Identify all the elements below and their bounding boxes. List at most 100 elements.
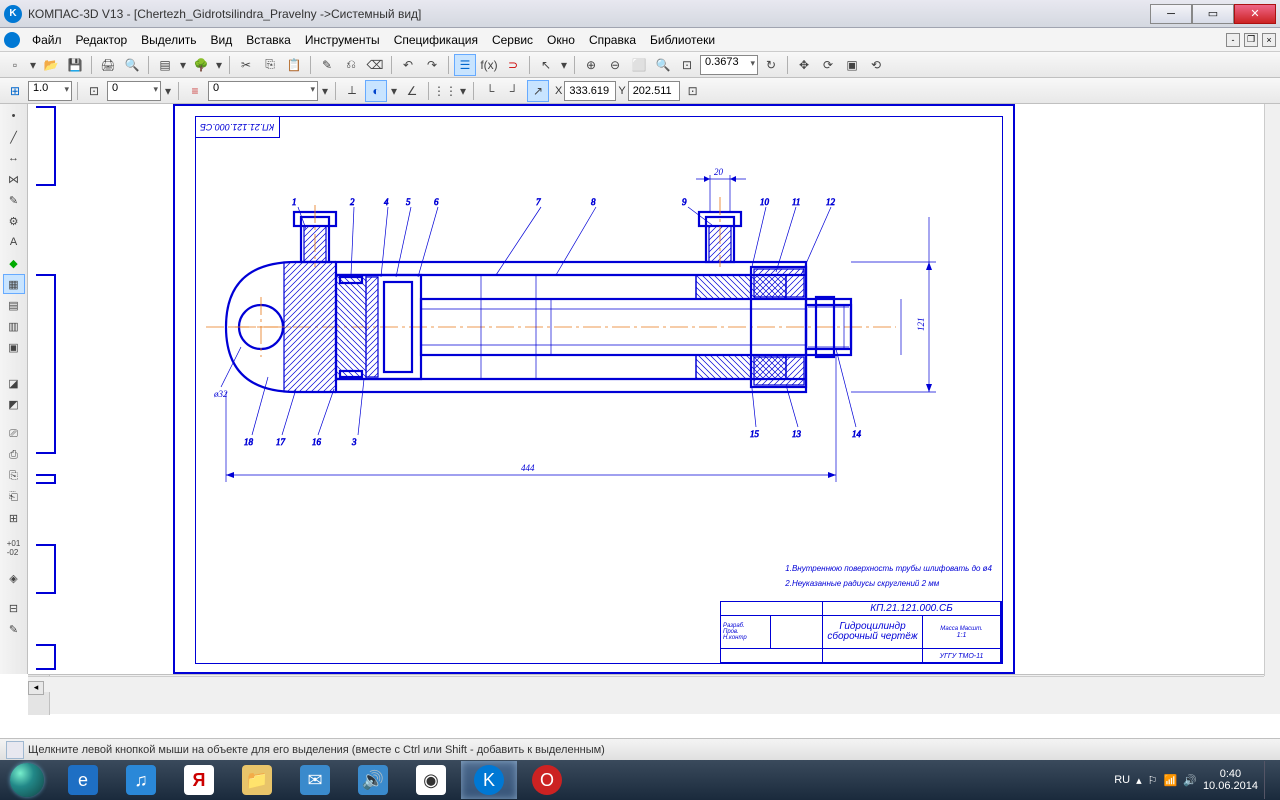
variables-button[interactable]: f(x) — [478, 54, 500, 76]
select-arrow[interactable]: ↖ — [535, 54, 557, 76]
task-opera[interactable]: O — [519, 761, 575, 799]
style-combo[interactable]: 0 — [107, 81, 161, 101]
tool-select[interactable]: ◆ — [3, 253, 25, 273]
tool-sym[interactable]: ⋈ — [3, 169, 25, 189]
tool-a2[interactable]: ◩ — [3, 394, 25, 414]
coord-y-input[interactable] — [628, 81, 680, 101]
tool-views[interactable]: ▣ — [3, 337, 25, 357]
paste-button[interactable]: 📋 — [283, 54, 305, 76]
save-button[interactable]: 💾 — [64, 54, 86, 76]
copy-button[interactable]: ⎘ — [259, 54, 281, 76]
new-dropdown[interactable]: ▾ — [28, 54, 38, 76]
start-button[interactable] — [0, 760, 54, 800]
layer-icon[interactable]: ≡ — [184, 80, 206, 102]
tool-c1[interactable]: +01-02 — [3, 538, 25, 558]
menu-file[interactable]: Файл — [26, 31, 68, 49]
menu-help[interactable]: Справка — [583, 31, 642, 49]
tool-line[interactable]: ╱ — [3, 127, 25, 147]
ortho-icon[interactable]: ⟂ — [341, 80, 363, 102]
zoom-out[interactable]: ⊖ — [604, 54, 626, 76]
cut-button[interactable]: ✂ — [235, 54, 257, 76]
task-mail[interactable]: ✉ — [287, 761, 343, 799]
tool-d1[interactable]: ◈ — [3, 568, 25, 588]
coord-mode[interactable]: └ — [479, 80, 501, 102]
redraw-button[interactable]: ▣ — [841, 54, 863, 76]
tool-b4[interactable]: ⎗ — [3, 487, 25, 507]
task-chrome[interactable]: ◉ — [403, 761, 459, 799]
coord-mode2[interactable]: ┘ — [503, 80, 525, 102]
tray-net-icon[interactable]: 📶 — [1164, 774, 1178, 787]
drawing-canvas[interactable]: КП.21.121.000.СБ — [28, 104, 1280, 674]
open-button[interactable]: 📂 — [40, 54, 62, 76]
lib-manager[interactable]: ☰ — [454, 54, 476, 76]
new-button[interactable]: ▫ — [4, 54, 26, 76]
preview-button[interactable]: 🔍 — [121, 54, 143, 76]
tray-lang[interactable]: RU — [1114, 774, 1130, 786]
tree-button[interactable]: 🌳 — [190, 54, 212, 76]
menu-edit[interactable]: Редактор — [70, 31, 134, 49]
tray-up-icon[interactable]: ▴ — [1136, 774, 1142, 787]
tray-clock[interactable]: 0:40 10.06.2014 — [1203, 768, 1258, 792]
grid-icon[interactable]: ⋮⋮ — [434, 80, 456, 102]
app-menu-icon[interactable] — [4, 32, 20, 48]
layer-combo[interactable]: 0 — [208, 81, 318, 101]
style-dropdown[interactable]: ▾ — [163, 80, 173, 102]
tray-flag-icon[interactable]: ⚐ — [1148, 774, 1158, 787]
redo-button[interactable]: ↷ — [421, 54, 443, 76]
h-scrollbar[interactable]: ◂ — [28, 676, 1264, 692]
grid-step-icon[interactable]: ⊞ — [4, 80, 26, 102]
copy-props[interactable]: ⎌ — [340, 54, 362, 76]
menu-view[interactable]: Вид — [205, 31, 239, 49]
menu-spec[interactable]: Спецификация — [388, 31, 484, 49]
properties-button[interactable]: ✎ — [316, 54, 338, 76]
zoom-in[interactable]: ⊕ — [580, 54, 602, 76]
zoom-combo[interactable]: 0.3673 — [700, 55, 758, 75]
tool-e1[interactable]: ⊟ — [3, 598, 25, 618]
coord-lock[interactable]: ⊡ — [682, 80, 704, 102]
task-kompas[interactable]: K — [461, 761, 517, 799]
maximize-button[interactable]: ▭ — [1192, 4, 1234, 24]
magnet-button[interactable]: ⊃ — [502, 54, 524, 76]
undo-button[interactable]: ↶ — [397, 54, 419, 76]
status-handle[interactable] — [6, 741, 24, 759]
print-button[interactable]: 🖨 — [97, 54, 119, 76]
menu-window[interactable]: Окно — [541, 31, 581, 49]
tool-b5[interactable]: ⊞ — [3, 508, 25, 528]
tree-dropdown[interactable]: ▾ — [214, 54, 224, 76]
layer-dropdown[interactable]: ▾ — [320, 80, 330, 102]
task-music[interactable]: ♫ — [113, 761, 169, 799]
tray-vol-icon[interactable]: 🔊 — [1183, 774, 1197, 787]
task-explorer[interactable]: 📁 — [229, 761, 285, 799]
round-icon[interactable]: ◐ — [365, 80, 387, 102]
menu-select[interactable]: Выделить — [135, 31, 202, 49]
tool-param[interactable]: ⚙ — [3, 211, 25, 231]
tool-sheet[interactable]: ▥ — [3, 316, 25, 336]
menu-service[interactable]: Сервис — [486, 31, 539, 49]
close-button[interactable]: ✕ — [1234, 4, 1276, 24]
tool-b3[interactable]: ⎘ — [3, 466, 25, 486]
pan-button[interactable]: ✥ — [793, 54, 815, 76]
grid-dropdown[interactable]: ▾ — [458, 80, 468, 102]
menu-tools[interactable]: Инструменты — [299, 31, 386, 49]
tool-edit[interactable]: ✎ — [3, 190, 25, 210]
state-icon[interactable]: ⊡ — [83, 80, 105, 102]
mdi-restore[interactable]: ❐ — [1244, 33, 1258, 47]
menu-insert[interactable]: Вставка — [240, 31, 297, 49]
show-desktop[interactable] — [1264, 761, 1272, 799]
tool-report[interactable]: ▤ — [3, 295, 25, 315]
minimize-button[interactable]: ─ — [1150, 4, 1192, 24]
angle-icon[interactable]: ∠ — [401, 80, 423, 102]
tool-dim[interactable]: ↔ — [3, 148, 25, 168]
step-combo[interactable]: 1.0 — [28, 81, 72, 101]
delete-button[interactable]: ⌫ — [364, 54, 386, 76]
doc-dropdown[interactable]: ▾ — [178, 54, 188, 76]
coord-mode3[interactable]: ↗ — [527, 80, 549, 102]
refresh-button[interactable]: ⟲ — [865, 54, 887, 76]
tool-measure[interactable]: A — [3, 232, 25, 252]
tool-e2[interactable]: ✎ — [3, 619, 25, 639]
rotate-button[interactable]: ⟳ — [817, 54, 839, 76]
zoom-fit[interactable]: ⊡ — [676, 54, 698, 76]
task-sound[interactable]: 🔊 — [345, 761, 401, 799]
task-yandex[interactable]: Я — [171, 761, 227, 799]
doc-manager[interactable]: ▤ — [154, 54, 176, 76]
